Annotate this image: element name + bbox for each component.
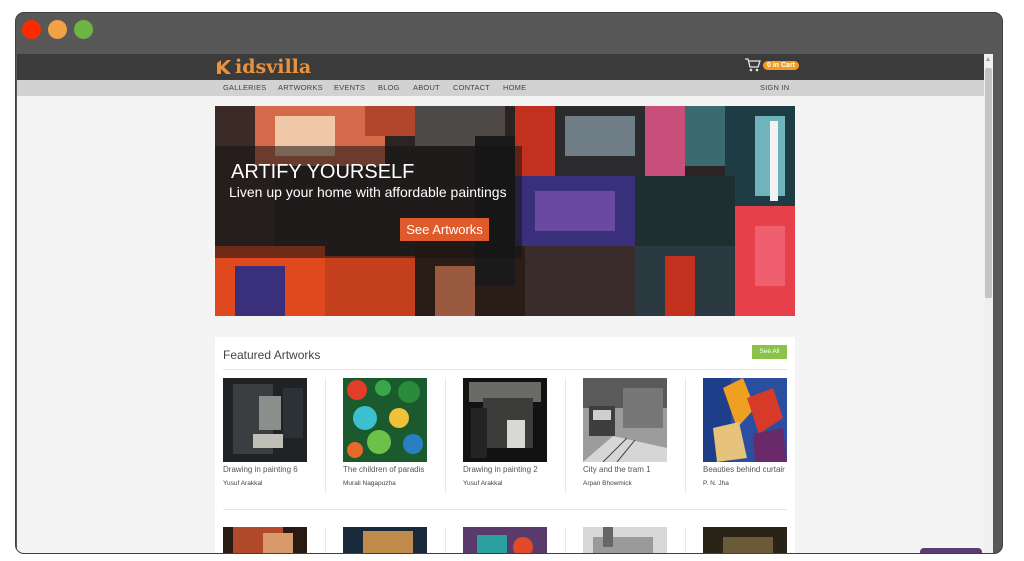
artwork-card[interactable]: City and the tram 1 Arpan Bhowmick — [583, 378, 695, 493]
artwork-card[interactable]: Drawing in painting 2 Yusuf Arakkal — [463, 378, 575, 493]
scroll-up-arrow-icon[interactable] — [986, 57, 990, 61]
chat-widget-tab[interactable] — [920, 548, 982, 553]
artwork-thumbnail[interactable] — [463, 378, 547, 462]
artwork-thumbnail[interactable] — [223, 527, 307, 553]
card-separator — [685, 527, 686, 553]
section-title: Featured Artworks — [223, 348, 321, 362]
artwork-thumbnail[interactable] — [463, 527, 547, 553]
artwork-title[interactable]: Drawing in painting 2 — [463, 465, 549, 474]
shopping-cart-icon — [745, 58, 761, 72]
hero-subtitle: Liven up your home with affordable paint… — [229, 184, 507, 200]
artwork-thumbnail[interactable] — [583, 378, 667, 462]
featured-artworks-section: Featured Artworks See All Drawing in pai… — [215, 337, 795, 553]
nav-contact[interactable]: CONTACT — [453, 83, 490, 92]
hero-title: ARTIFY YOURSELF — [231, 161, 415, 183]
nav-artworks[interactable]: ARTWORKS — [278, 83, 323, 92]
card-separator — [325, 378, 326, 493]
artwork-thumbnail[interactable] — [343, 527, 427, 553]
vertical-scrollbar[interactable] — [984, 54, 993, 553]
artwork-thumbnail[interactable] — [343, 378, 427, 462]
nav-galleries[interactable]: GALLERIES — [223, 83, 267, 92]
see-artworks-button[interactable]: See Artworks — [400, 218, 489, 241]
nav-about[interactable]: ABOUT — [413, 83, 440, 92]
section-divider — [223, 369, 787, 370]
nav-home[interactable]: HOME — [503, 83, 526, 92]
cart-link[interactable]: 0 in Cart — [745, 58, 800, 72]
logo-text: idsvilla — [235, 56, 312, 78]
sign-in-link[interactable]: SIGN IN — [760, 83, 789, 92]
artwork-card[interactable]: Beauties behind curtair P. N. Jha — [703, 378, 815, 493]
scrollbar-thumb[interactable] — [985, 68, 992, 298]
artwork-thumbnail[interactable] — [223, 378, 307, 462]
card-separator — [685, 378, 686, 493]
artwork-artist[interactable]: Arpan Bhowmick — [583, 480, 632, 487]
row-divider — [223, 509, 787, 510]
maximize-window-button[interactable] — [74, 20, 93, 39]
card-separator — [565, 527, 566, 553]
see-all-button[interactable]: See All — [752, 345, 787, 359]
artwork-artist[interactable]: Murali Nagapuzha — [343, 480, 396, 487]
close-window-button[interactable] — [22, 20, 41, 39]
browser-window: idsvilla 0 in Cart GALLERIES ARTWORKS EV… — [15, 12, 1003, 554]
artwork-card[interactable]: Drawing in painting 6 Yusuf Arakkal — [223, 378, 335, 493]
hero-banner: ARTIFY YOURSELF Liven up your home with … — [215, 106, 795, 316]
artwork-title[interactable]: Drawing in painting 6 — [223, 465, 309, 474]
card-separator — [445, 378, 446, 493]
logo-k-icon — [217, 60, 231, 74]
artwork-thumbnail[interactable] — [703, 378, 787, 462]
page-viewport: idsvilla 0 in Cart GALLERIES ARTWORKS EV… — [17, 54, 993, 553]
site-logo[interactable]: idsvilla — [215, 56, 311, 78]
minimize-window-button[interactable] — [48, 20, 67, 39]
artwork-thumbnail[interactable] — [583, 527, 667, 553]
main-nav: GALLERIES ARTWORKS EVENTS BLOG ABOUT CON… — [17, 80, 993, 96]
card-separator — [445, 527, 446, 553]
card-separator — [325, 527, 326, 553]
site-header: idsvilla 0 in Cart — [17, 54, 993, 80]
artwork-title[interactable]: The children of paradis — [343, 465, 429, 474]
artwork-title[interactable]: Beauties behind curtair — [703, 465, 789, 474]
artwork-card[interactable]: The children of paradis Murali Nagapuzha — [343, 378, 455, 493]
artwork-thumbnail[interactable] — [703, 527, 787, 553]
artwork-artist[interactable]: Yusuf Arakkal — [463, 480, 502, 487]
nav-events[interactable]: EVENTS — [334, 83, 365, 92]
artwork-title[interactable]: City and the tram 1 — [583, 465, 669, 474]
card-separator — [565, 378, 566, 493]
artwork-artist[interactable]: Yusuf Arakkal — [223, 480, 262, 487]
artwork-artist[interactable]: P. N. Jha — [703, 480, 729, 487]
cart-count-badge: 0 in Cart — [763, 60, 800, 70]
nav-blog[interactable]: BLOG — [378, 83, 400, 92]
